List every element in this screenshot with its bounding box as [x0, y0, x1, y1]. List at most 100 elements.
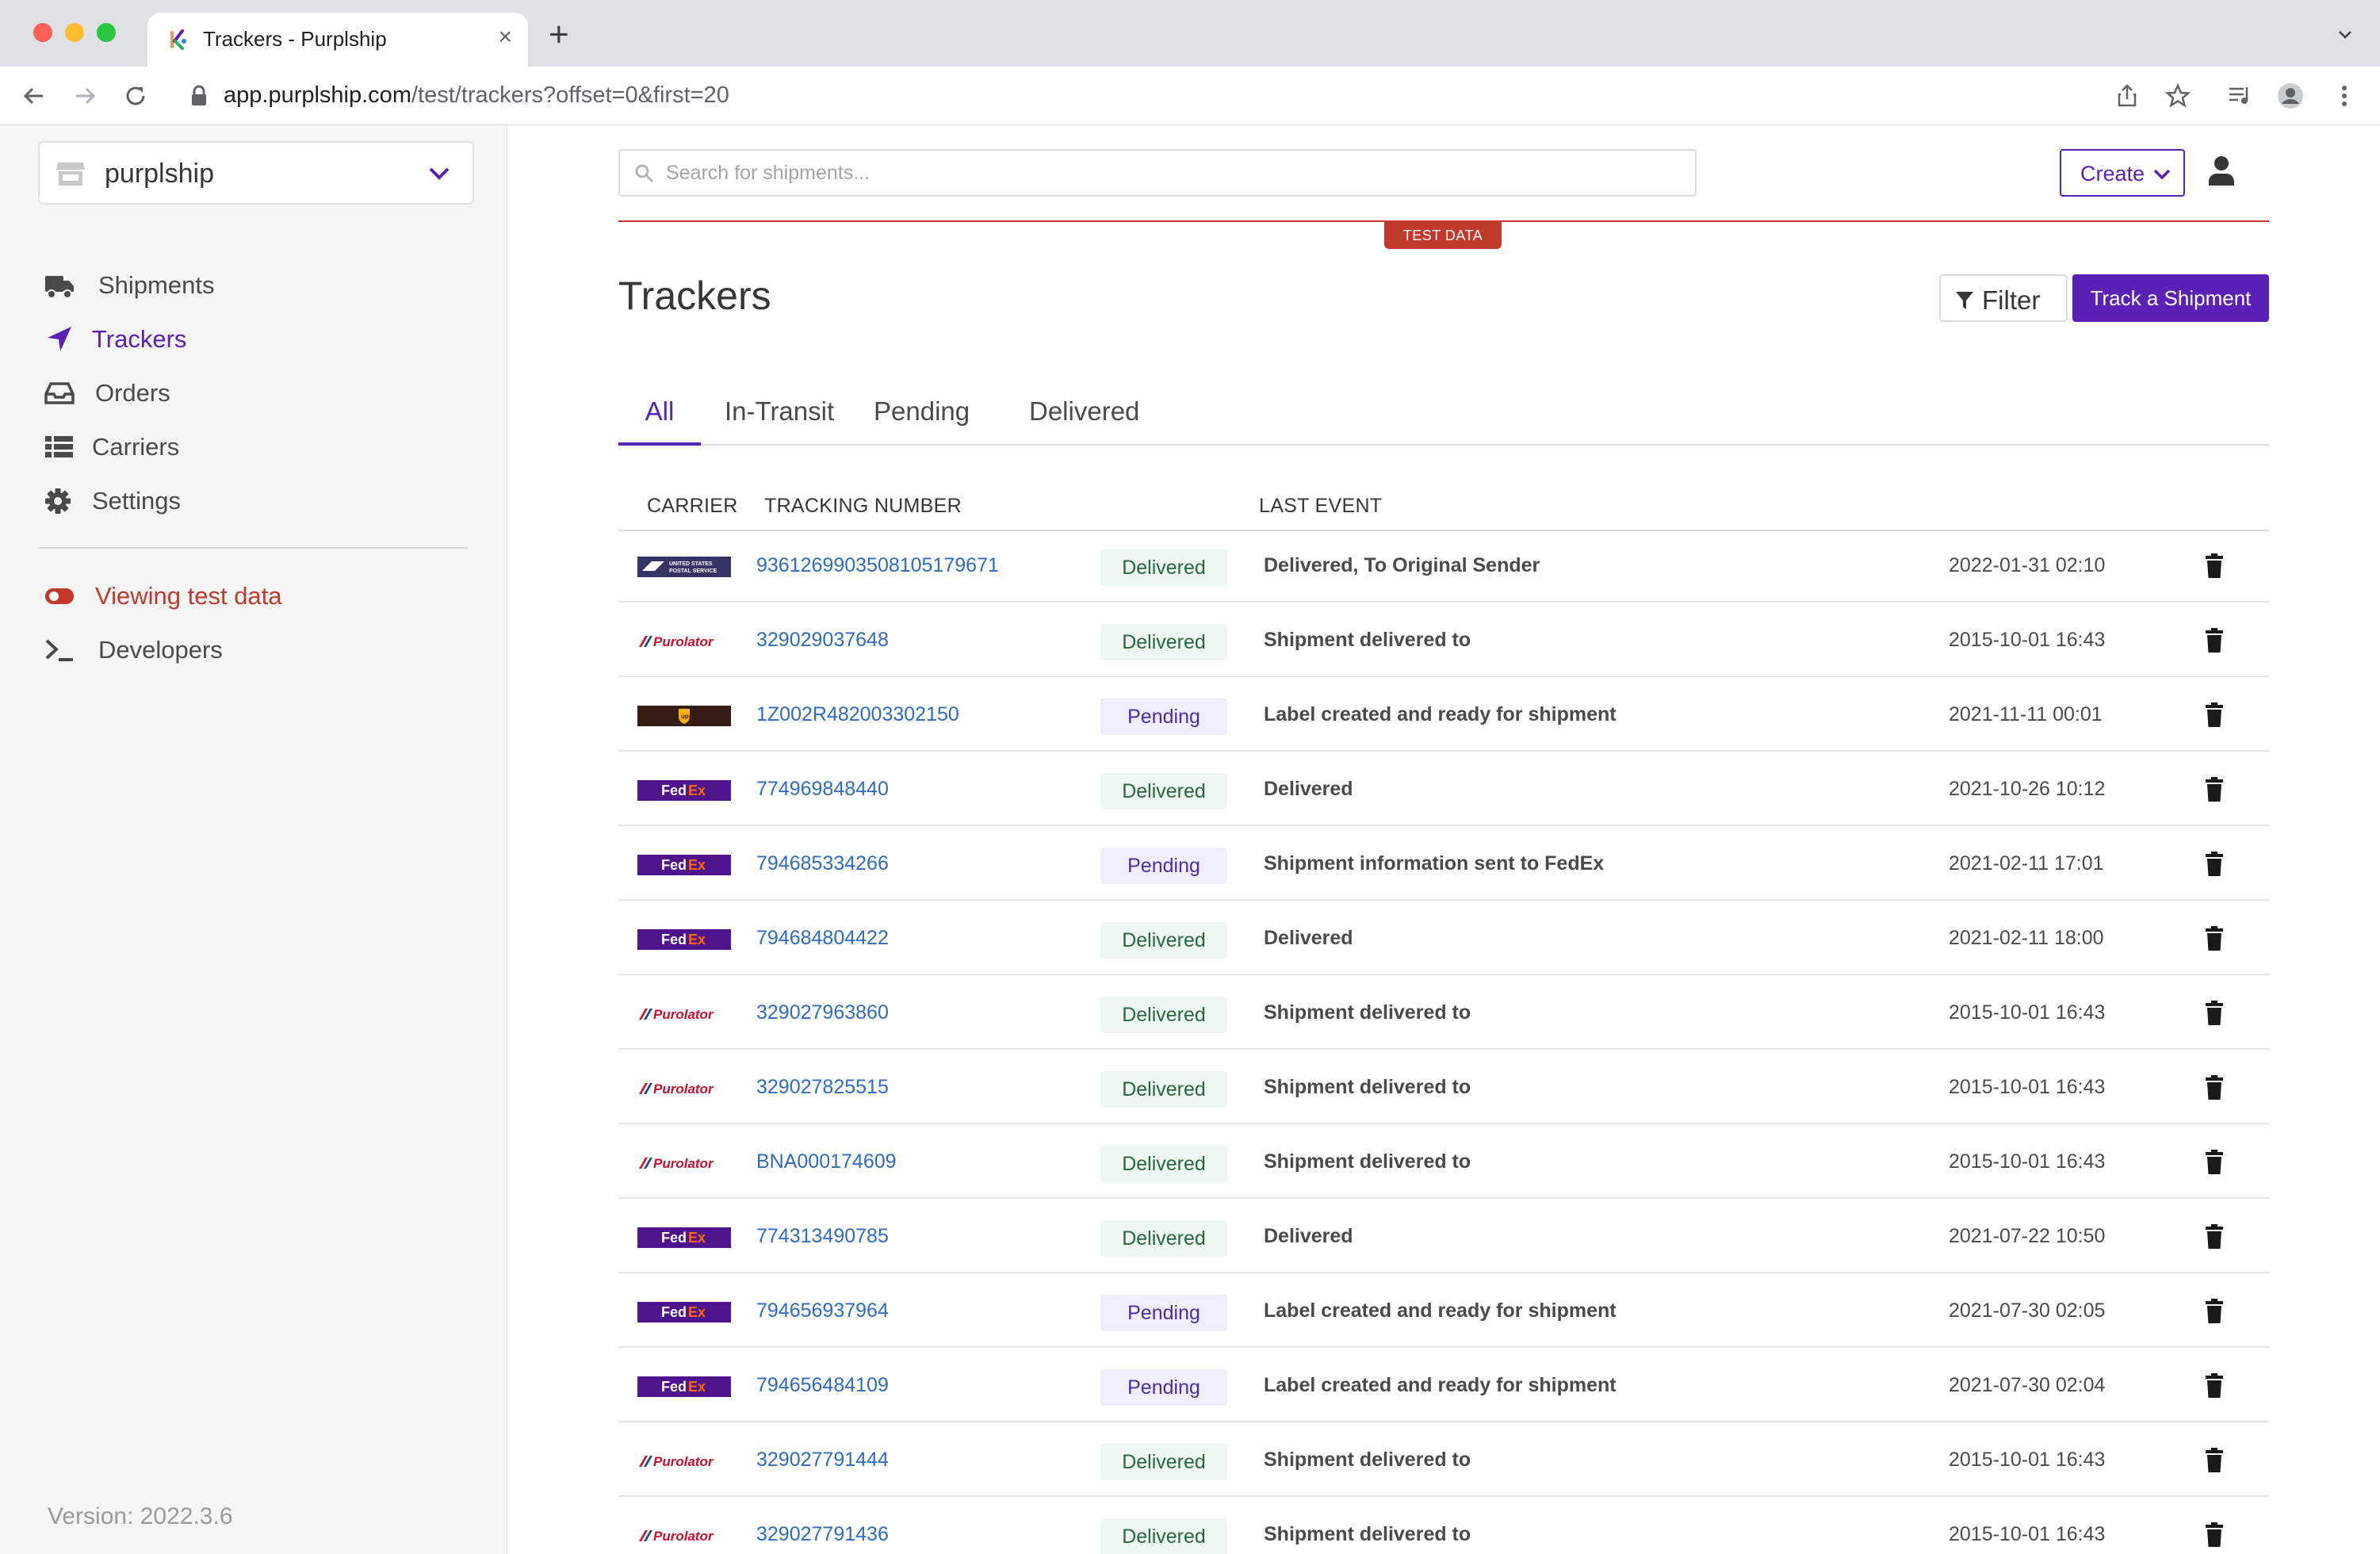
- back-arrow-icon[interactable]: [21, 82, 48, 109]
- sidebar-item-label: Shipments: [98, 271, 215, 299]
- table-row[interactable]: Fed Ex 794685334266 Pending Shipment info…: [618, 829, 2269, 901]
- window-minimize-button[interactable]: [65, 23, 84, 42]
- tracking-number-link[interactable]: 774969848440: [756, 778, 889, 801]
- last-event-date: 2021-10-26 10:12: [1949, 778, 2106, 800]
- url-field[interactable]: app.purplship.com/test/trackers?offset=0…: [224, 82, 729, 109]
- list-icon: [45, 436, 73, 457]
- table-row[interactable]: Purolator 329029037648 Delivered Shipmen…: [618, 606, 2269, 677]
- kebab-menu-icon[interactable]: [2331, 82, 2358, 109]
- last-event-description: Label created and ready for shipment: [1264, 1374, 1617, 1396]
- tracking-number-link[interactable]: 774313490785: [756, 1225, 889, 1248]
- svg-text:Purolator: Purolator: [653, 1007, 714, 1022]
- tracking-number-link[interactable]: 794656937964: [756, 1299, 889, 1322]
- tracking-number-link[interactable]: 329027791444: [756, 1449, 889, 1472]
- table-row[interactable]: UNITED STATES POSTAL SERVICE 936126990350…: [618, 531, 2269, 603]
- sidebar-item-test-mode-toggle[interactable]: Viewing test data: [44, 574, 473, 618]
- sidebar-item-label: Orders: [95, 379, 170, 407]
- forward-arrow-icon[interactable]: [71, 82, 98, 109]
- trash-icon[interactable]: [2204, 1224, 2225, 1250]
- trash-icon[interactable]: [2204, 1299, 2225, 1324]
- tracking-number-link[interactable]: 794656484109: [756, 1374, 889, 1397]
- chevron-down-icon[interactable]: [2337, 27, 2353, 43]
- table-row[interactable]: Fed Ex 774313490785 Delivered Delivered 2…: [618, 1202, 2269, 1273]
- table-row[interactable]: Purolator 329027963860 Delivered Shipmen…: [618, 978, 2269, 1050]
- terminal-icon: [45, 639, 73, 661]
- status-badge: Pending: [1100, 1295, 1227, 1331]
- profile-avatar-icon[interactable]: [2277, 82, 2304, 109]
- tab-in-transit[interactable]: In-Transit: [725, 387, 834, 446]
- reload-icon[interactable]: [122, 82, 149, 109]
- tracking-number-link[interactable]: 9361269903508105179671: [756, 554, 999, 577]
- svg-text:Fed: Fed: [661, 1304, 687, 1320]
- track-shipment-button[interactable]: Track a Shipment: [2072, 274, 2269, 322]
- search-box[interactable]: [618, 149, 1697, 197]
- media-queue-icon[interactable]: [2226, 82, 2253, 109]
- tracking-number-link[interactable]: 329027825515: [756, 1076, 889, 1099]
- window-maximize-button[interactable]: [97, 23, 116, 42]
- create-button[interactable]: Create: [2060, 149, 2185, 197]
- sidebar-item-developers[interactable]: Developers: [44, 628, 473, 672]
- trash-icon[interactable]: [2204, 1373, 2225, 1399]
- sidebar-item-orders[interactable]: Orders: [44, 371, 473, 415]
- tracking-number-link[interactable]: 329027791436: [756, 1523, 889, 1546]
- trash-icon[interactable]: [2204, 1001, 2225, 1026]
- search-input[interactable]: [666, 152, 1681, 193]
- trash-icon[interactable]: [2204, 777, 2225, 802]
- svg-text:ups: ups: [681, 713, 693, 720]
- trash-icon[interactable]: [2204, 702, 2225, 728]
- share-icon[interactable]: [2114, 82, 2141, 109]
- trash-icon[interactable]: [2204, 1150, 2225, 1175]
- tab-pending[interactable]: Pending: [874, 387, 970, 446]
- tab-delivered[interactable]: Delivered: [1029, 387, 1139, 446]
- tab-all[interactable]: All: [618, 387, 701, 446]
- version-label: Version: 2022.3.6: [48, 1503, 233, 1529]
- tracking-number-link[interactable]: 794684804422: [756, 927, 889, 950]
- trash-icon[interactable]: [2204, 628, 2225, 653]
- organization-switcher[interactable]: purplship: [38, 141, 474, 205]
- last-event-description: Delivered: [1264, 1225, 1353, 1247]
- sidebar-item-shipments[interactable]: Shipments: [44, 263, 473, 308]
- tracking-number-link[interactable]: 794685334266: [756, 852, 889, 875]
- trash-icon[interactable]: [2204, 1522, 2225, 1548]
- last-event-description: Shipment delivered to: [1264, 1523, 1471, 1545]
- svg-text:Fed: Fed: [661, 783, 687, 798]
- tracking-number-link[interactable]: 329029037648: [756, 629, 889, 652]
- close-tab-icon[interactable]: ×: [498, 24, 512, 51]
- status-tabs: All In-Transit Pending Delivered: [618, 387, 2269, 446]
- sidebar-item-carriers[interactable]: Carriers: [44, 425, 473, 469]
- trash-icon[interactable]: [2204, 553, 2225, 579]
- lock-icon[interactable]: [189, 85, 209, 107]
- status-badge: Delivered: [1100, 549, 1227, 586]
- svg-text:Purolator: Purolator: [653, 1156, 714, 1171]
- table-row[interactable]: Fed Ex 794656484109 Pending Label created…: [618, 1351, 2269, 1422]
- last-event-date: 2021-07-30 02:04: [1949, 1374, 2106, 1396]
- table-row[interactable]: Fed Ex 774969848440 Delivered Delivered 2…: [618, 755, 2269, 826]
- page-title: Trackers: [618, 274, 771, 318]
- table-row[interactable]: Fed Ex 794656937964 Pending Label created…: [618, 1276, 2269, 1348]
- table-row[interactable]: Purolator 329027791444 Delivered Shipmen…: [618, 1426, 2269, 1497]
- create-button-label: Create: [2080, 162, 2145, 186]
- bookmark-star-icon[interactable]: [2164, 82, 2191, 109]
- tracking-number-link[interactable]: 1Z002R482003302150: [756, 703, 959, 726]
- table-row[interactable]: ups 1Z002R482003302150 Pending Label cre…: [618, 680, 2269, 752]
- purolator-logo: Purolator: [637, 631, 731, 652]
- user-icon[interactable]: [2207, 155, 2236, 187]
- filter-button[interactable]: Filter: [1939, 274, 2068, 322]
- table-row[interactable]: Fed Ex 794684804422 Delivered Delivered 2…: [618, 904, 2269, 975]
- trash-icon[interactable]: [2204, 852, 2225, 877]
- table-row[interactable]: Purolator BNA000174609 Delivered Shipmen…: [618, 1127, 2269, 1199]
- table-row[interactable]: Purolator 329027791436 Delivered Shipmen…: [618, 1500, 2269, 1554]
- browser-tab[interactable]: Trackers - Purplship ×: [147, 13, 528, 67]
- trash-icon[interactable]: [2204, 1448, 2225, 1473]
- svg-text:Purolator: Purolator: [653, 1454, 714, 1469]
- trash-icon[interactable]: [2204, 926, 2225, 951]
- new-tab-icon[interactable]: +: [549, 17, 569, 52]
- sidebar-item-settings[interactable]: Settings: [44, 479, 473, 523]
- sidebar-item-trackers[interactable]: Trackers: [44, 317, 473, 362]
- toggle-on-icon: [45, 588, 74, 604]
- window-close-button[interactable]: [33, 23, 52, 42]
- tracking-number-link[interactable]: BNA000174609: [756, 1150, 897, 1173]
- table-row[interactable]: Purolator 329027825515 Delivered Shipmen…: [618, 1053, 2269, 1124]
- tracking-number-link[interactable]: 329027963860: [756, 1001, 889, 1024]
- trash-icon[interactable]: [2204, 1075, 2225, 1100]
